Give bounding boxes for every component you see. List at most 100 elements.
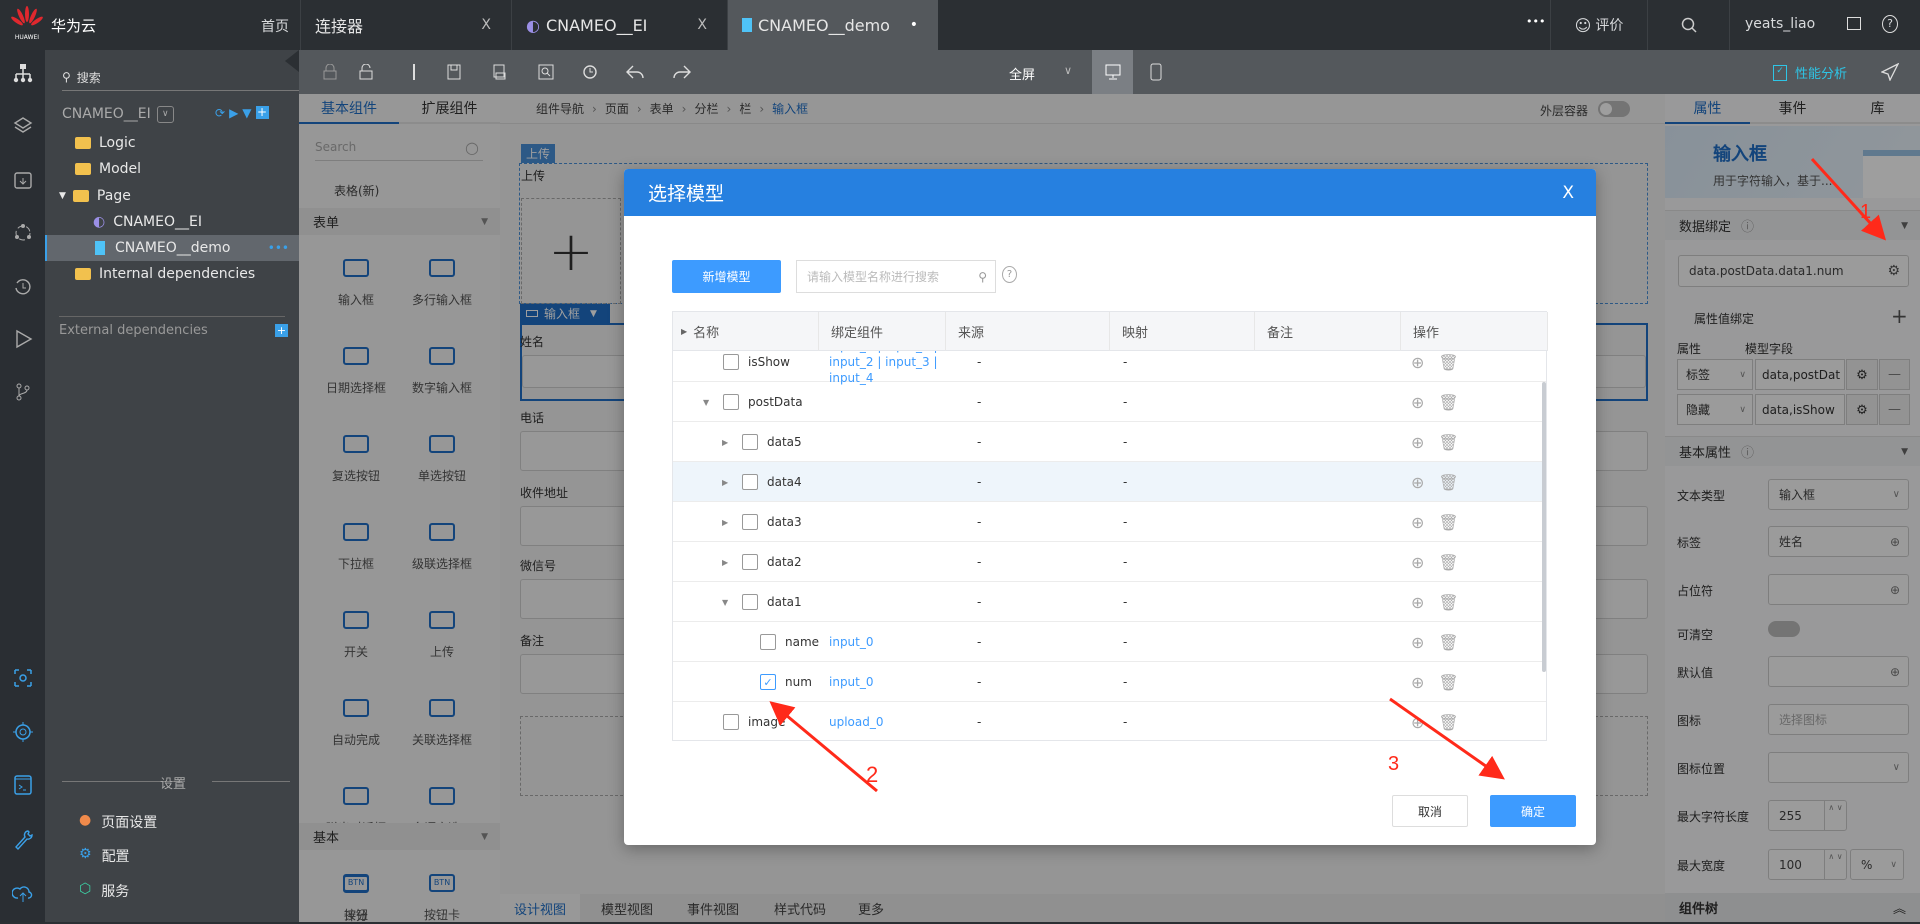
binding-cell[interactable]: [829, 382, 941, 422]
help-icon[interactable]: ?: [1002, 266, 1017, 283]
table-row[interactable]: image upload_0 - - ⊕ 🗑︎: [673, 702, 1546, 741]
search-button[interactable]: [1647, 0, 1730, 50]
add-model-button[interactable]: 新增模型: [672, 260, 781, 293]
row-checkbox[interactable]: [723, 714, 739, 730]
trash-icon[interactable]: 🗑︎: [1438, 353, 1458, 372]
project-selector[interactable]: CNAMEO__EI ∨: [62, 104, 174, 124]
model-search-input[interactable]: 请输入模型名称进行搜索 ⚲: [796, 260, 996, 293]
add-child-icon[interactable]: ⊕: [1411, 393, 1424, 412]
settings-page[interactable]: ● 页面设置: [79, 812, 157, 832]
close-icon[interactable]: X: [697, 17, 707, 33]
explorer-search[interactable]: ⚲ 搜索: [62, 64, 299, 91]
add-child-icon[interactable]: ⊕: [1411, 353, 1424, 372]
row-checkbox[interactable]: [760, 634, 776, 650]
caret-right-icon[interactable]: ▶: [722, 558, 742, 567]
row-checkbox[interactable]: [723, 354, 739, 370]
row-checkbox[interactable]: [742, 594, 758, 610]
undo-icon[interactable]: [620, 50, 650, 94]
add-child-icon[interactable]: ⊕: [1411, 433, 1424, 452]
preview-eye-icon[interactable]: [0, 658, 45, 698]
settings-config[interactable]: ⚙ 配置: [79, 846, 130, 866]
table-row[interactable]: name input_0 - - ⊕ 🗑︎: [673, 622, 1546, 662]
rate-button[interactable]: ☺ 评价: [1550, 0, 1647, 50]
terminal-icon[interactable]: [0, 765, 45, 805]
archive-icon[interactable]: [0, 160, 45, 200]
lock-icon[interactable]: [315, 50, 345, 94]
table-row[interactable]: ▶ data3 - - ⊕ 🗑︎: [673, 502, 1546, 542]
tab-cnameo-demo[interactable]: CNAMEO__demo •: [727, 0, 938, 50]
more-icon[interactable]: •••: [268, 241, 289, 255]
desktop-view-button[interactable]: [1092, 50, 1133, 94]
add-child-icon[interactable]: ⊕: [1411, 553, 1424, 572]
trash-icon[interactable]: 🗑︎: [1438, 473, 1458, 492]
filter-icon[interactable]: ▼: [242, 106, 251, 120]
mail-icon[interactable]: [1847, 17, 1861, 30]
tree-item-cnameo-demo[interactable]: CNAMEO__demo •••: [45, 235, 299, 261]
unsaved-dot-icon[interactable]: •: [910, 17, 918, 33]
home-link[interactable]: 首页: [261, 16, 289, 36]
binding-cell[interactable]: [829, 542, 941, 582]
debug-run-icon[interactable]: [0, 319, 45, 359]
performance-analysis-button[interactable]: ✓ 性能分析: [1773, 63, 1847, 82]
huawei-logo[interactable]: HUAWEI: [10, 6, 44, 44]
save-as-icon[interactable]: [484, 50, 514, 94]
chevron-down-icon[interactable]: ∨: [1064, 64, 1072, 77]
caret-right-icon[interactable]: ▶: [722, 518, 742, 527]
caret-down-icon[interactable]: ▼: [722, 598, 742, 607]
refresh-icon[interactable]: ⟳: [215, 106, 225, 120]
add-child-icon[interactable]: ⊕: [1411, 673, 1424, 692]
add-child-icon[interactable]: ⊕: [1411, 633, 1424, 652]
row-checkbox[interactable]: [742, 434, 758, 450]
row-checkbox[interactable]: [742, 474, 758, 490]
tree-item-page[interactable]: ▼ Page: [45, 183, 299, 209]
branch-icon[interactable]: [0, 372, 45, 412]
more-tabs-button[interactable]: •••: [1526, 15, 1545, 28]
table-row[interactable]: ▼ postData - - ⊕ 🗑︎: [673, 382, 1546, 422]
binding-cell[interactable]: [829, 582, 941, 622]
add-child-icon[interactable]: ⊕: [1411, 473, 1424, 492]
save-icon[interactable]: [439, 50, 469, 94]
close-icon[interactable]: X: [481, 17, 491, 33]
tree-item-logic[interactable]: Logic: [45, 130, 299, 156]
table-row[interactable]: ▶ data4 - - ⊕ 🗑︎: [673, 462, 1546, 502]
publish-send-icon[interactable]: [1875, 50, 1905, 94]
row-checkbox[interactable]: [723, 394, 739, 410]
confirm-button[interactable]: 确定: [1490, 795, 1576, 827]
caret-right-icon[interactable]: ▶: [722, 438, 742, 447]
add-icon[interactable]: +: [255, 106, 269, 119]
table-scrollbar[interactable]: [1542, 382, 1546, 672]
tree-item-model[interactable]: Model: [45, 156, 299, 182]
row-checkbox[interactable]: ✓: [760, 674, 776, 690]
target-icon[interactable]: [0, 712, 45, 752]
add-child-icon[interactable]: ⊕: [1411, 593, 1424, 612]
caret-down-icon[interactable]: ▼: [703, 398, 723, 407]
tree-item-cnameo-ei[interactable]: ◐ CNAMEO__EI: [45, 209, 299, 235]
view-mode-select[interactable]: 全屏: [1009, 64, 1035, 83]
history-icon[interactable]: [575, 50, 605, 94]
settings-service[interactable]: ⬡ 服务: [79, 881, 129, 901]
external-dependencies[interactable]: External dependencies: [59, 323, 208, 338]
binding-cell[interactable]: input_0 | input_1 | input_2 | input_3 | …: [829, 351, 941, 385]
binding-cell[interactable]: [829, 422, 941, 462]
add-child-icon[interactable]: ⊕: [1411, 513, 1424, 532]
layers-icon[interactable]: [0, 106, 45, 146]
table-row[interactable]: ▶ data5 - - ⊕ 🗑︎: [673, 422, 1546, 462]
row-checkbox[interactable]: [742, 514, 758, 530]
wrench-icon[interactable]: [0, 820, 45, 860]
row-checkbox[interactable]: [742, 554, 758, 570]
cloud-upload-icon[interactable]: [0, 873, 45, 913]
close-icon[interactable]: X: [1562, 183, 1574, 203]
trash-icon[interactable]: 🗑︎: [1438, 513, 1458, 532]
binding-cell[interactable]: upload_0: [829, 702, 941, 741]
table-row[interactable]: ✓ num input_0 - - ⊕ 🗑︎: [673, 662, 1546, 702]
user-name[interactable]: yeats_liao: [1745, 16, 1815, 32]
mobile-view-button[interactable]: [1141, 50, 1171, 94]
binding-cell[interactable]: input_0: [829, 622, 941, 662]
help-icon[interactable]: ?: [1882, 15, 1898, 33]
table-row[interactable]: ▼ data1 - - ⊕ 🗑︎: [673, 582, 1546, 622]
caret-right-icon[interactable]: ▶: [722, 478, 742, 487]
history-icon[interactable]: [0, 267, 45, 307]
preview-icon[interactable]: [531, 50, 561, 94]
binding-cell[interactable]: [829, 502, 941, 542]
cancel-button[interactable]: 取消: [1392, 795, 1468, 827]
